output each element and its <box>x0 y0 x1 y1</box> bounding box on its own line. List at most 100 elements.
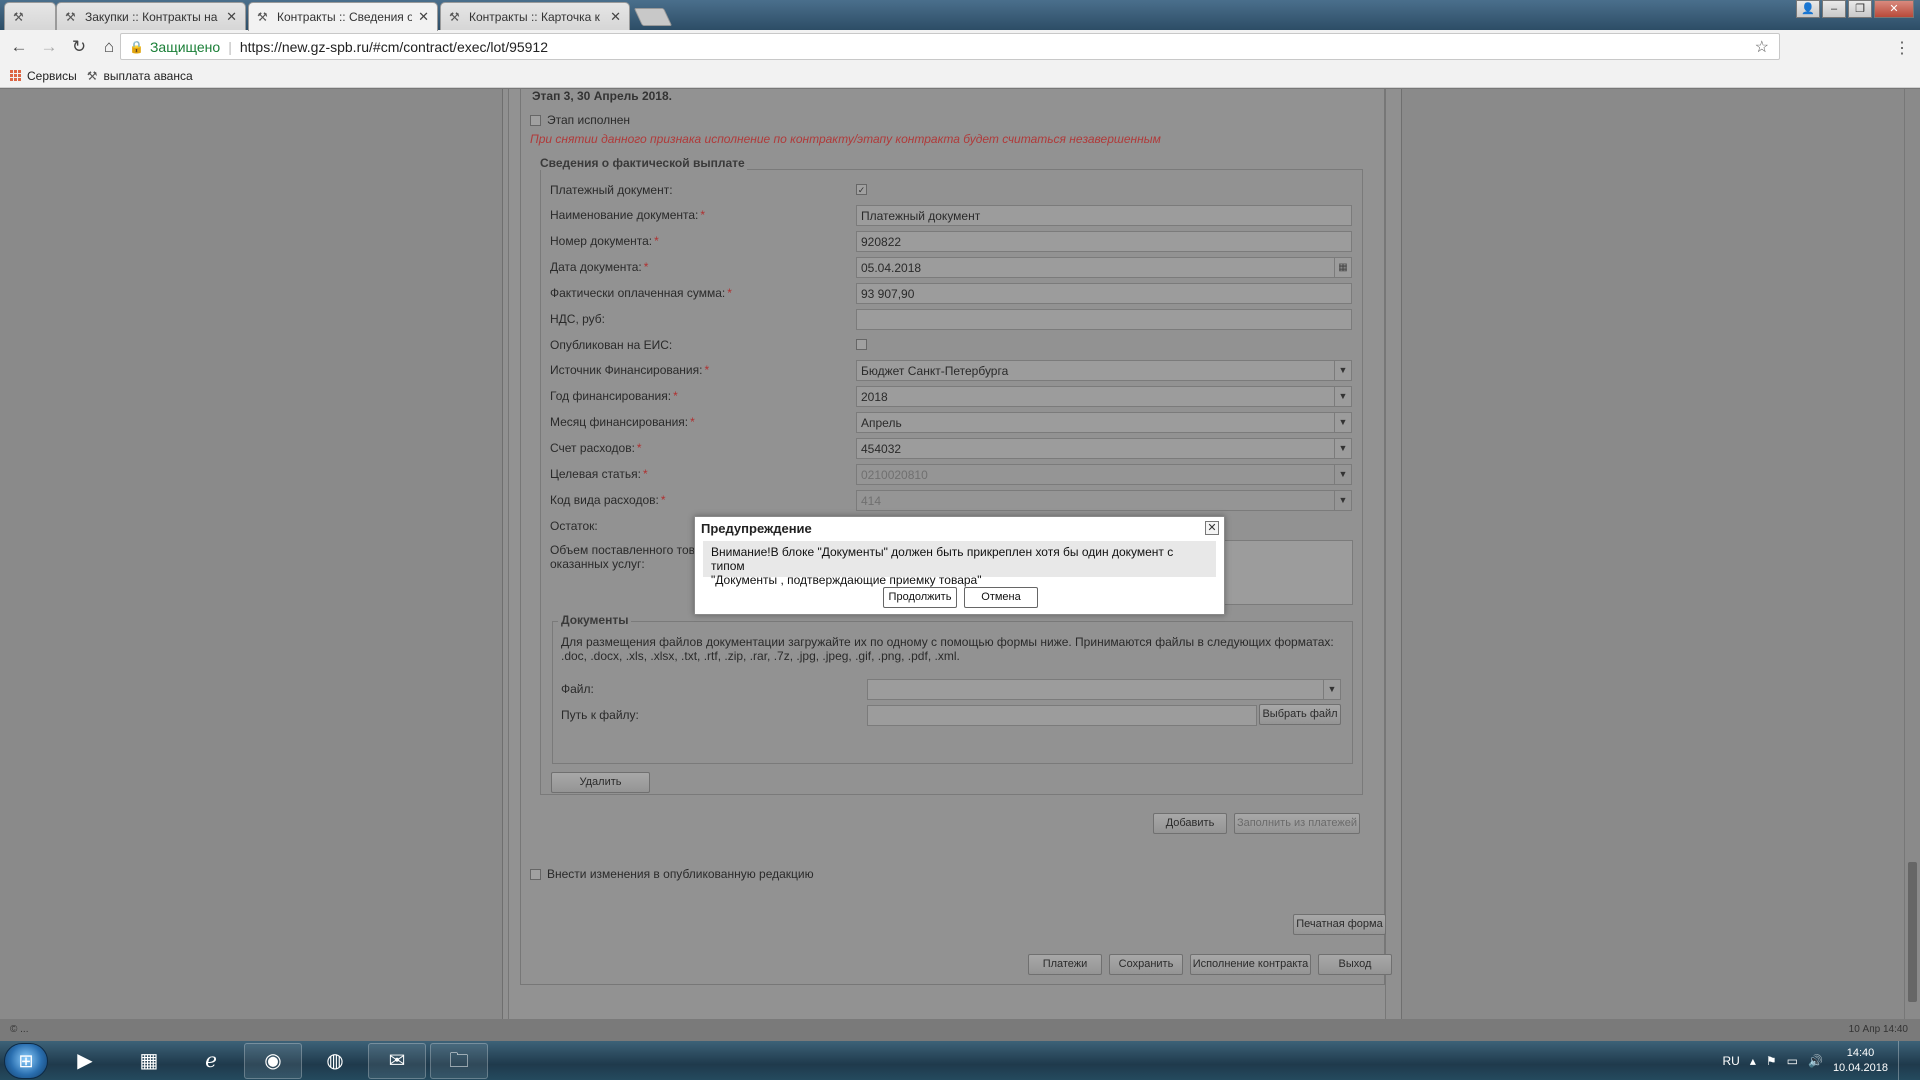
published-eis-checkbox[interactable] <box>856 339 867 350</box>
funding-month-select[interactable]: Апрель ▼ <box>856 411 1352 433</box>
stage-completed-checkbox[interactable] <box>530 114 541 126</box>
media-player-icon[interactable]: ▶ <box>56 1043 114 1079</box>
exit-button[interactable]: Выход <box>1318 954 1392 975</box>
status-bar: © ... 10 Апр 14:40 <box>0 1019 1920 1041</box>
save-button[interactable]: Сохранить <box>1109 954 1183 975</box>
doc-name-field[interactable]: Платежный документ <box>856 204 1352 226</box>
required-marker: * <box>673 389 678 403</box>
file-path-field[interactable] <box>867 704 1257 726</box>
warning-dialog: Предупреждение ✕ Внимание!В блоке "Докум… <box>694 516 1225 615</box>
chevron-down-icon[interactable]: ▼ <box>1334 438 1351 458</box>
apply-changes-checkbox[interactable] <box>530 868 541 880</box>
chevron-down-icon[interactable]: ▼ <box>1334 360 1351 380</box>
network-icon[interactable]: ▭ <box>1787 1054 1798 1068</box>
row-doc-date: Дата документа: * 05.04.2018 ▦ <box>550 256 1352 278</box>
chevron-down-icon[interactable]: ▼ <box>1323 679 1340 699</box>
tray-arrow-icon[interactable]: ▴ <box>1750 1054 1756 1068</box>
user-icon[interactable]: 👤 <box>1796 0 1820 18</box>
contract-execution-button[interactable]: Исполнение контракта <box>1190 954 1311 975</box>
fill-from-payments-button: Заполнить из платежей <box>1234 813 1360 834</box>
row-funding-month: Месяц финансирования: * Апрель ▼ <box>550 411 1352 433</box>
chevron-down-icon: ▼ <box>1334 490 1351 510</box>
new-tab-button[interactable] <box>633 8 673 26</box>
browser-toolbar: ← → ↻ ⌂ 🔒 Защищено | https://new.gz-spb.… <box>0 30 1920 64</box>
firefox-icon[interactable]: ◍ <box>306 1043 364 1079</box>
maximize-icon[interactable]: ❐ <box>1848 0 1872 18</box>
language-indicator[interactable]: RU <box>1723 1054 1740 1068</box>
chevron-down-icon: ▼ <box>1334 464 1351 484</box>
row-expense-account: Счет расходов: * 454032 ▼ <box>550 437 1352 459</box>
bookmark-star-icon[interactable]: ☆ <box>1755 37 1769 57</box>
bookmark-apps[interactable]: Сервисы <box>10 69 77 83</box>
minimize-icon[interactable]: – <box>1822 0 1846 18</box>
clock[interactable]: 14:40 10.04.2018 <box>1833 1046 1888 1076</box>
row-payment-doc: Платежный документ: ✓ <box>550 183 867 197</box>
doc-date-field[interactable]: 05.04.2018 ▦ <box>856 256 1352 278</box>
tab-pinned[interactable]: ⚒ <box>4 2 56 30</box>
delete-button[interactable]: Удалить <box>551 772 650 793</box>
row-target-article: Целевая статья: * 0210020810 ▼ <box>550 463 1352 485</box>
forward-icon[interactable]: → <box>34 37 64 57</box>
funding-year-select[interactable]: 2018 ▼ <box>856 385 1352 407</box>
print-form-button[interactable]: Печатная форма <box>1293 914 1386 935</box>
scrollbar-thumb[interactable] <box>1908 862 1917 1002</box>
volume-icon[interactable]: 🔊 <box>1808 1054 1823 1068</box>
target-article-select: 0210020810 ▼ <box>856 463 1352 485</box>
chevron-down-icon[interactable]: ▼ <box>1334 412 1351 432</box>
stage-warning-text: При снятии данного признака исполнение п… <box>530 132 1161 146</box>
file-type-select[interactable]: ▼ <box>867 678 1341 700</box>
payment-doc-checkbox[interactable]: ✓ <box>856 184 867 195</box>
bookmark-advance-payment[interactable]: ⚒ выплата аванса <box>87 69 193 83</box>
system-tray: RU ▴ ⚑ ▭ 🔊 14:40 10.04.2018 <box>1723 1041 1911 1080</box>
chevron-down-icon[interactable]: ▼ <box>1334 386 1351 406</box>
payment-legend: Сведения о фактической выплате <box>538 156 747 170</box>
funding-source-select[interactable]: Бюджет Санкт-Петербурга ▼ <box>856 359 1352 381</box>
add-button[interactable]: Добавить <box>1153 813 1227 834</box>
internet-explorer-icon[interactable]: ℯ <box>182 1043 240 1079</box>
expense-type-code-select: 414 ▼ <box>856 489 1352 511</box>
browser-tabstrip: ⚒ ⚒ Закупки :: Контракты на ✕ ⚒ Контракт… <box>0 0 1920 31</box>
action-center-icon[interactable]: ⚑ <box>1766 1054 1777 1068</box>
tab-zakupki[interactable]: ⚒ Закупки :: Контракты на ✕ <box>56 2 246 30</box>
apply-changes-row[interactable]: Внести изменения в опубликованную редакц… <box>530 867 814 881</box>
expense-account-select[interactable]: 454032 ▼ <box>856 437 1352 459</box>
chrome-icon[interactable]: ◉ <box>244 1043 302 1079</box>
tab-contract-card[interactable]: ⚒ Контракты :: Карточка к ✕ <box>440 2 630 30</box>
tab-contracts-info[interactable]: ⚒ Контракты :: Сведения о ✕ <box>248 2 438 31</box>
dialog-title: Предупреждение <box>701 521 812 536</box>
vat-field[interactable] <box>856 308 1352 330</box>
row-funding-year: Год финансирования: * 2018 ▼ <box>550 385 1352 407</box>
row-vat: НДС, руб: <box>550 308 1352 330</box>
window-controls: 👤 – ❐ ✕ <box>1796 0 1914 18</box>
close-tab-icon[interactable]: ✕ <box>226 9 237 25</box>
reload-icon[interactable]: ↻ <box>64 37 94 57</box>
windows-taskbar: ⊞ ▶ ▦ ℯ ◉ ◍ ✉ 🗀 RU ▴ ⚑ ▭ 🔊 14:40 10.04.2… <box>0 1041 1920 1080</box>
choose-file-button[interactable]: Выбрать файл <box>1259 704 1341 725</box>
required-marker: * <box>642 467 648 481</box>
calculator-icon[interactable]: ▦ <box>120 1043 178 1079</box>
continue-button[interactable]: Продолжить <box>883 587 957 608</box>
back-icon[interactable]: ← <box>4 37 34 57</box>
lock-icon: 🔒 <box>129 39 144 54</box>
row-funding-source: Источник Финансирования: * Бюджет Санкт-П… <box>550 359 1352 381</box>
close-tab-icon[interactable]: ✕ <box>610 9 621 25</box>
start-button[interactable]: ⊞ <box>4 1043 48 1079</box>
close-window-icon[interactable]: ✕ <box>1874 0 1914 18</box>
doc-number-field[interactable]: 920822 <box>856 230 1352 252</box>
paid-amount-field[interactable]: 93 907,90 <box>856 282 1352 304</box>
separator: | <box>228 38 232 55</box>
outlook-icon[interactable]: ✉ <box>368 1043 426 1079</box>
calendar-icon[interactable]: ▦ <box>1334 257 1351 277</box>
cancel-button[interactable]: Отмена <box>964 587 1038 608</box>
documents-legend: Документы <box>558 613 632 627</box>
show-desktop-button[interactable] <box>1898 1041 1910 1080</box>
menu-icon[interactable]: ⋮ <box>1894 38 1910 58</box>
payments-button[interactable]: Платежи <box>1028 954 1102 975</box>
page-scrollbar[interactable] <box>1904 89 1920 1019</box>
close-icon[interactable]: ✕ <box>1205 521 1219 535</box>
address-bar[interactable]: 🔒 Защищено | https://new.gz-spb.ru/#cm/c… <box>120 33 1780 60</box>
required-marker: * <box>654 234 659 248</box>
stage-completed-row[interactable]: Этап исполнен <box>530 113 630 127</box>
file-explorer-icon[interactable]: 🗀 <box>430 1043 488 1079</box>
close-tab-icon[interactable]: ✕ <box>418 9 429 25</box>
